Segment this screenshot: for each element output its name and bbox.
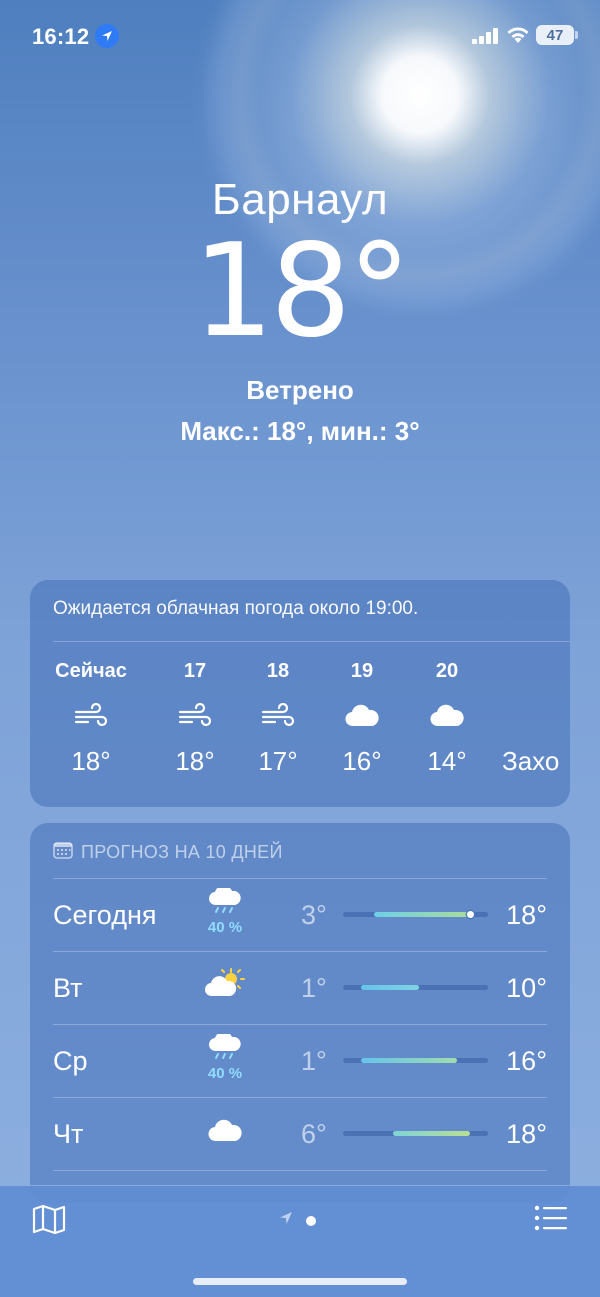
hourly-summary: Ожидается облачная погода около 19:00. <box>53 598 419 619</box>
day-row[interactable]: Ср 40 % 1° 16° <box>53 1024 547 1097</box>
home-indicator[interactable] <box>193 1278 407 1285</box>
partly-sunny-icon <box>203 967 247 1004</box>
wind-icon <box>150 698 240 734</box>
temp-range-fill <box>373 912 470 917</box>
divider <box>53 641 570 642</box>
hour-label: Сейчас <box>55 660 127 682</box>
cloud-icon <box>317 698 407 734</box>
hour-temp: 18° <box>71 746 111 776</box>
divider <box>53 878 547 879</box>
hour-label <box>502 660 570 686</box>
hour-item: 19 16° <box>317 660 407 777</box>
day-low: 1° <box>301 973 327 1003</box>
location-arrow-icon <box>95 24 119 48</box>
battery-nub <box>575 31 578 39</box>
page-dot-active <box>306 1215 316 1226</box>
hour-temp: 18° <box>175 746 215 776</box>
hour-item: 17 18° <box>150 660 240 777</box>
day-high: 10° <box>506 973 547 1003</box>
cloud-icon <box>203 1119 247 1148</box>
day-name: Сегодня <box>53 900 157 930</box>
hour-temp: 14° <box>427 746 467 776</box>
hour-temp: 17° <box>258 746 298 776</box>
status-time: 16:12 <box>32 24 90 49</box>
hour-label: 20 <box>435 660 459 682</box>
current-temp-dot <box>466 911 474 918</box>
temp-range-bar <box>343 985 488 990</box>
hour-item: 18 17° <box>233 660 323 777</box>
calendar-icon <box>53 841 73 864</box>
status-bar: 16:12 47 <box>0 0 600 70</box>
high-low: Макс.: 18°, мин.: 3° <box>180 416 420 446</box>
temp-range-bar <box>343 911 488 918</box>
daily-header: ПРОГНОЗ НА 10 ДНЕЙ <box>53 841 283 864</box>
temp-range-fill <box>393 1131 470 1136</box>
day-high: 16° <box>506 1046 547 1076</box>
precip-chance: 40 % <box>207 1065 243 1082</box>
hour-label: 17 <box>183 660 207 682</box>
temp-range-bar <box>343 1058 488 1063</box>
divider <box>53 1097 547 1098</box>
wind-icon <box>46 698 136 734</box>
day-row[interactable]: Вт 1° 10° <box>53 951 547 1024</box>
cloud-rain-icon: 40 % <box>203 1031 247 1082</box>
battery-icon: 47 <box>536 25 574 45</box>
map-icon[interactable] <box>32 1204 66 1235</box>
day-high: 18° <box>506 900 547 930</box>
hour-temp: 16° <box>342 746 382 776</box>
day-name: Ср <box>53 1046 88 1076</box>
cloud-icon <box>402 698 492 734</box>
day-low: 1° <box>301 1046 327 1076</box>
divider <box>53 1170 547 1171</box>
hour-item: Сейчас 18° <box>46 660 136 777</box>
current-weather: Барнаул 18° Ветрено Макс.: 18°, мин.: 3° <box>0 175 600 447</box>
day-name: Чт <box>53 1119 84 1149</box>
precip-chance: 40 % <box>207 919 243 936</box>
temp-range-bar <box>343 1131 488 1136</box>
day-row[interactable]: Сегодня 40 % 3° 18° <box>53 878 547 951</box>
cellular-signal-icon <box>472 28 500 44</box>
divider <box>53 1024 547 1025</box>
day-row[interactable]: Чт 6° 18° <box>53 1097 547 1170</box>
current-temperature: 18° <box>192 217 412 366</box>
day-low: 6° <box>301 1119 327 1149</box>
divider <box>53 951 547 952</box>
wifi-icon <box>506 26 530 44</box>
location-arrow-icon <box>278 1210 294 1231</box>
daily-forecast-card[interactable]: ПРОГНОЗ НА 10 ДНЕЙ Сегодня 40 % 3° 18° В… <box>30 823 570 1203</box>
day-high: 18° <box>506 1119 547 1149</box>
temp-range-fill <box>361 985 419 990</box>
hour-label: 18 <box>266 660 290 682</box>
wind-icon <box>233 698 323 734</box>
day-name: Вт <box>53 973 83 1003</box>
list-icon[interactable] <box>534 1204 568 1232</box>
sunset-icon <box>502 698 570 734</box>
hour-label: 19 <box>350 660 374 682</box>
page-indicator[interactable] <box>278 1210 316 1231</box>
hourly-forecast-card[interactable]: Ожидается облачная погода около 19:00. С… <box>30 580 570 807</box>
cloud-rain-icon: 40 % <box>203 885 247 936</box>
daily-header-label: ПРОГНОЗ НА 10 ДНЕЙ <box>81 842 283 862</box>
temp-range-fill <box>361 1058 458 1063</box>
hour-temp: Захо <box>502 746 560 776</box>
hour-item: 20 14° <box>402 660 492 777</box>
hour-item: Захо <box>502 660 570 777</box>
current-condition: Ветрено <box>246 375 354 405</box>
day-low: 3° <box>301 900 327 930</box>
